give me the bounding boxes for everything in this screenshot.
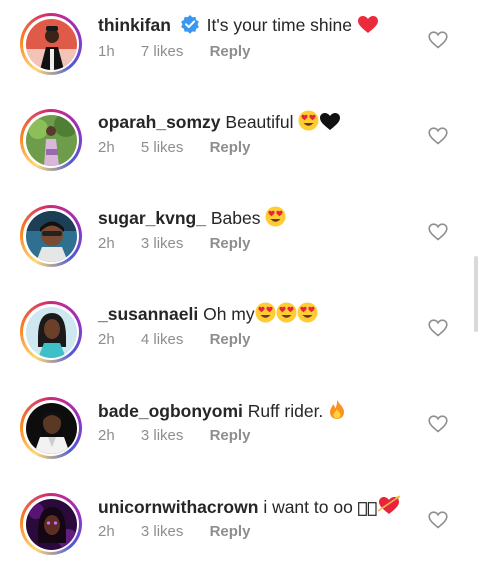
comment-username[interactable]: thinkifan [98,15,171,35]
missing-glyph-icon [367,500,377,521]
reply-button[interactable]: Reply [210,43,251,60]
comment-text-line: sugar_kvng_ Babes [98,206,286,232]
comment-item: unicornwithacrown i want to oo 2h 3 like… [0,480,480,576]
like-heart-icon[interactable] [428,223,448,241]
heart-with-arrow-icon [377,494,401,521]
comment-meta: 1h 7 likes Reply [98,43,272,60]
scrollbar[interactable] [474,256,478,332]
reply-button[interactable]: Reply [210,235,251,252]
comment-username[interactable]: unicornwithacrown [98,497,258,517]
comment-username[interactable]: _susannaeli [98,304,198,324]
heart-eyes-icon [276,302,297,328]
avatar[interactable] [20,13,82,75]
comment-meta: 2h 4 likes Reply [98,331,272,348]
reply-button[interactable]: Reply [210,331,251,348]
like-heart-icon[interactable] [428,319,448,337]
comment-username[interactable]: sugar_kvng_ [98,208,206,228]
reply-button[interactable]: Reply [210,139,251,156]
avatar[interactable] [20,205,82,267]
comment-time: 2h [98,139,115,156]
heart-eyes-icon [297,302,318,328]
comment-body: It's your time shine [206,15,353,35]
comment-likes[interactable]: 4 likes [141,331,184,348]
comment-body: Oh my [203,304,255,324]
comment-username[interactable]: bade_ogbonyomi [98,401,243,421]
missing-glyph-icon [357,500,367,521]
comment-likes[interactable]: 7 likes [141,43,184,60]
avatar[interactable] [20,109,82,171]
comment-meta: 2h 5 likes Reply [98,139,272,156]
comment-time: 2h [98,331,115,348]
comment-time: 2h [98,235,115,252]
comment-likes[interactable]: 3 likes [141,235,184,252]
avatar[interactable] [20,301,82,363]
black-heart-icon [319,112,341,136]
comment-text-line: bade_ogbonyomi Ruff rider. [98,398,346,425]
comment-meta: 2h 3 likes Reply [98,427,272,444]
comment-username[interactable]: oparah_somzy [98,112,221,132]
comment-text-line: thinkifan It's your time shine [98,14,379,39]
heart-eyes-icon [265,206,286,232]
reply-button[interactable]: Reply [210,427,251,444]
fire-icon [328,398,346,425]
comment-time: 1h [98,43,115,60]
verified-badge-icon [180,14,200,39]
like-heart-icon[interactable] [428,31,448,49]
comment-text-line: unicornwithacrown i want to oo [98,494,401,521]
comment-text-line: oparah_somzy Beautiful [98,110,341,136]
comment-likes[interactable]: 5 likes [141,139,184,156]
comment-time: 2h [98,427,115,444]
comment-item: _susannaeli Oh my 2h 4 likes Reply [0,288,480,384]
comment-likes[interactable]: 3 likes [141,523,184,540]
comment-item: thinkifan It's your time shine 1h 7 like… [0,0,480,96]
avatar[interactable] [20,397,82,459]
reply-button[interactable]: Reply [210,523,251,540]
comment-meta: 2h 3 likes Reply [98,523,272,540]
comment-meta: 2h 3 likes Reply [98,235,272,252]
avatar[interactable] [20,493,82,555]
like-heart-icon[interactable] [428,415,448,433]
comment-text-line: _susannaeli Oh my [98,302,318,328]
red-heart-icon [357,15,379,39]
comment-body: Beautiful [225,112,294,132]
comment-likes[interactable]: 3 likes [141,427,184,444]
like-heart-icon[interactable] [428,511,448,529]
heart-eyes-icon [298,110,319,136]
comment-body: Babes [210,208,261,228]
comment-item: sugar_kvng_ Babes 2h 3 likes Reply [0,192,480,288]
comment-item: oparah_somzy Beautiful 2h 5 likes Reply [0,96,480,192]
like-heart-icon[interactable] [428,127,448,145]
heart-eyes-icon [255,302,276,328]
comment-item: bade_ogbonyomi Ruff rider. 2h 3 likes Re… [0,384,480,480]
comment-body: Ruff rider. [247,401,324,421]
comment-body: i want to oo [263,497,353,517]
comment-time: 2h [98,523,115,540]
